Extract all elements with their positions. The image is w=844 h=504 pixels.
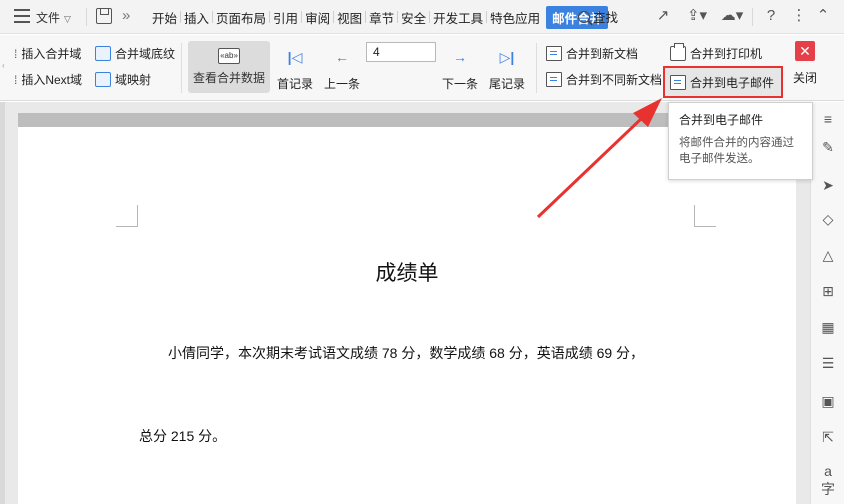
- merge-email-button[interactable]: 合并到电子邮件: [663, 66, 783, 98]
- insert-next-field-button[interactable]: ⁞ 插入Next域: [14, 71, 82, 88]
- ribbon-tabs: 开始 插入 页面布局 引用 审阅 视图 章节 安全 开发工具 特色应用 邮件合并: [150, 5, 609, 29]
- search-icon: [578, 10, 590, 23]
- arrow-left-icon: ←: [335, 49, 349, 65]
- page-margin-corner: [694, 205, 716, 227]
- tooltip-title: 合并到电子邮件: [679, 113, 764, 127]
- menu-bar: 文件 ▽ » 开始 插入 页面布局 引用 审阅 视图 章节 安全 开发工具 特色应…: [0, 0, 844, 34]
- merge-printer-label: 合并到打印机: [690, 47, 763, 61]
- merge-field-shading-label: 合并域底纹: [115, 47, 176, 61]
- tab-sections[interactable]: 章节: [367, 8, 396, 27]
- grid-icon[interactable]: ▦: [819, 318, 837, 336]
- image-icon[interactable]: ▣: [819, 392, 837, 410]
- prev-record-label: 上一条: [324, 77, 361, 91]
- merge-email-label: 合并到电子邮件: [690, 75, 775, 90]
- insert-merge-field-button[interactable]: ⁞ 插入合并域: [14, 45, 81, 62]
- more-options-icon[interactable]: ⋮: [790, 7, 808, 25]
- merge-field-shading-button[interactable]: 合并域底纹: [95, 45, 175, 62]
- insert-next-field-label: 插入Next域: [21, 73, 83, 87]
- page-margin-corner: [116, 205, 138, 227]
- merge-diff-docs-label: 合并到不同新文档: [566, 73, 663, 87]
- more-icon[interactable]: »: [122, 7, 130, 24]
- menu-lines-icon[interactable]: ≡: [819, 110, 837, 128]
- shapes-icon[interactable]: ◇: [819, 210, 837, 228]
- export-icon[interactable]: ⇱: [819, 428, 837, 446]
- tooltip-description: 将邮件合并的内容通过电子邮件发送。: [679, 137, 794, 165]
- chevron-down-icon: ▽: [64, 14, 71, 24]
- last-record-button[interactable]: ▷| 尾记录: [489, 49, 525, 92]
- tab-insert[interactable]: 插入: [182, 8, 211, 27]
- upload-icon[interactable]: ⇪▾: [684, 7, 710, 25]
- divider: [181, 43, 182, 93]
- save-icon[interactable]: [96, 8, 112, 24]
- insert-merge-field-label: 插入合并域: [21, 47, 82, 61]
- merge-new-doc-label: 合并到新文档: [566, 47, 639, 61]
- next-record-button[interactable]: → 下一条: [442, 49, 478, 92]
- first-record-button[interactable]: |◁ 首记录: [277, 49, 313, 92]
- right-sidebar: ≡ ✎ ➤ ◇ △ ⊞ ▦ ☰ ▣ ⇱ a字: [810, 102, 844, 504]
- last-record-label: 尾记录: [489, 77, 526, 91]
- tab-developer[interactable]: 开发工具: [431, 8, 485, 27]
- arrow-right-icon: →: [453, 49, 467, 65]
- scroll-left-icon[interactable]: ‹: [2, 61, 5, 70]
- collapse-icon[interactable]: ⌃: [814, 7, 832, 25]
- close-label: 关闭: [792, 71, 817, 85]
- field-mapping-button[interactable]: 域映射: [95, 71, 151, 88]
- close-mail-merge-button[interactable]: ✕ 关闭: [785, 41, 825, 86]
- printer-icon: [670, 43, 686, 61]
- field-mapping-label: 域映射: [115, 73, 152, 87]
- table-icon[interactable]: ⊞: [819, 282, 837, 300]
- file-menu-label: 文件: [36, 11, 61, 25]
- tab-security[interactable]: 安全: [399, 8, 428, 27]
- hamburger-icon[interactable]: [14, 9, 30, 23]
- tab-page-layout[interactable]: 页面布局: [214, 8, 268, 27]
- divider: [86, 8, 87, 26]
- merge-printer-button[interactable]: 合并到打印机: [670, 43, 763, 62]
- triangle-icon[interactable]: △: [819, 246, 837, 264]
- record-number-input[interactable]: 4: [366, 42, 436, 62]
- translate-icon[interactable]: a字: [819, 462, 837, 497]
- cloud-icon[interactable]: ☁▾: [718, 7, 746, 25]
- tab-home[interactable]: 开始: [150, 8, 179, 27]
- sliders-icon[interactable]: ☰: [819, 354, 837, 372]
- document-paragraph: 小倩同学，本次期末考试语文成绩 78 分，数学成绩 68 分，英语成绩 69 分…: [168, 345, 645, 361]
- divider: [536, 43, 537, 93]
- bracket-icon: ⁞: [14, 46, 18, 61]
- help-icon[interactable]: ?: [762, 7, 780, 25]
- cursor-icon[interactable]: ➤: [819, 176, 837, 194]
- divider: [752, 8, 753, 26]
- share-icon[interactable]: ↗: [654, 7, 672, 25]
- prev-record-button[interactable]: ← 上一条: [324, 49, 360, 92]
- next-record-label: 下一条: [442, 77, 479, 91]
- merge-diff-docs-button[interactable]: 合并到不同新文档: [546, 71, 662, 88]
- document-title: 成绩单: [375, 262, 439, 285]
- document-paragraph: 总分 215 分。: [139, 428, 227, 444]
- last-record-icon: ▷|: [499, 49, 515, 65]
- bracket-icon: ⁞: [14, 72, 18, 87]
- search-label: 查找: [593, 11, 619, 25]
- view-merged-data-label: 查看合并数据: [192, 71, 265, 85]
- tab-view[interactable]: 视图: [335, 8, 364, 27]
- field-shading-icon: [95, 46, 111, 61]
- field-mapping-icon: [95, 72, 111, 87]
- close-icon: ✕: [795, 41, 815, 61]
- file-menu[interactable]: 文件 ▽: [36, 9, 71, 26]
- search-tab[interactable]: 查找: [578, 7, 618, 26]
- merged-data-icon: «ab»: [218, 48, 240, 64]
- tab-special-apps[interactable]: 特色应用: [488, 8, 542, 27]
- first-record-label: 首记录: [277, 77, 314, 91]
- document-page[interactable]: 成绩单 小倩同学，本次期末考试语文成绩 78 分，数学成绩 68 分，英语成绩 …: [18, 127, 796, 504]
- tab-review[interactable]: 审阅: [303, 8, 332, 27]
- ribbon: ‹ ⁞ 插入合并域 ⁞ 插入Next域 合并域底纹 域映射 «ab» 查看合并数…: [0, 35, 844, 101]
- tab-references[interactable]: 引用: [271, 8, 300, 27]
- diff-docs-icon: [546, 72, 562, 87]
- new-doc-icon: [546, 46, 562, 61]
- view-merged-data-button[interactable]: «ab» 查看合并数据: [188, 41, 270, 93]
- tooltip: 合并到电子邮件 将邮件合并的内容通过电子邮件发送。: [668, 102, 813, 180]
- merge-new-doc-button[interactable]: 合并到新文档: [546, 45, 638, 62]
- email-icon: [670, 74, 686, 90]
- pen-icon[interactable]: ✎: [819, 138, 837, 156]
- left-ruler: [0, 102, 5, 504]
- first-record-icon: |◁: [287, 49, 303, 65]
